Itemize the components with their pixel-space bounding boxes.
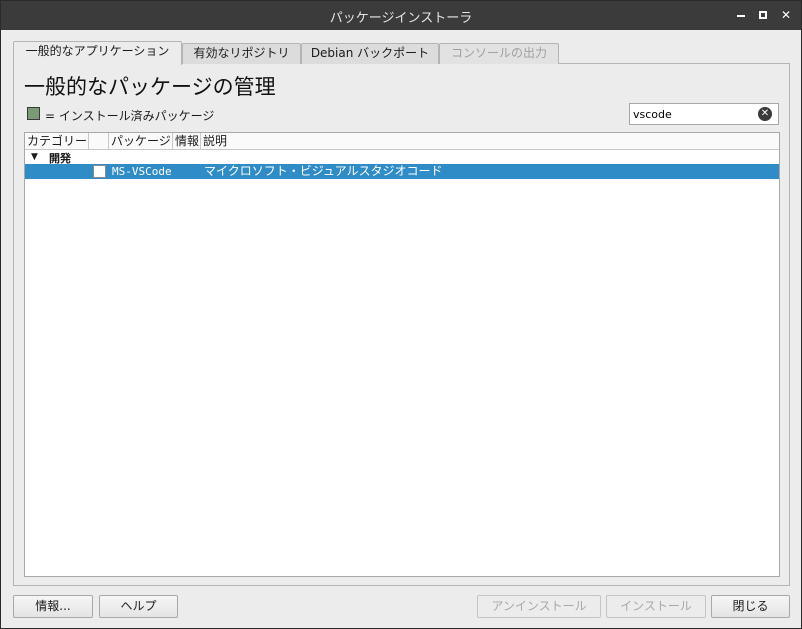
help-button[interactable]: ヘルプ (99, 595, 178, 618)
page-title: 一般的なパッケージの管理 (24, 75, 276, 99)
column-header-package[interactable]: パッケージ (109, 133, 173, 150)
clear-search-icon[interactable]: ✕ (758, 107, 772, 121)
package-tree[interactable]: カテゴリー パッケージ 情報 説明 ▼ 開発 MS-VSCode マイクロソフト… (24, 132, 780, 577)
expand-arrow-icon[interactable]: ▼ (31, 152, 38, 162)
close-button[interactable]: 閉じる (711, 595, 790, 618)
table-header: カテゴリー パッケージ 情報 説明 (25, 133, 779, 150)
tab-enabled-repositories[interactable]: 有効なリポジトリ (182, 43, 301, 64)
title-bar[interactable]: パッケージインストーラ ✕ (1, 1, 801, 30)
installed-color-swatch (27, 107, 40, 120)
package-description: マイクロソフト・ビジュアルスタジオコード (204, 164, 443, 178)
legend-label: = インストール済みパッケージ (45, 109, 215, 123)
category-row-development[interactable]: ▼ 開発 (25, 151, 779, 165)
column-header-info[interactable]: 情報 (173, 133, 201, 150)
tab-general-applications[interactable]: 一般的なアプリケーション (13, 41, 182, 65)
minimize-icon[interactable] (734, 8, 748, 22)
close-window-icon[interactable]: ✕ (779, 8, 793, 22)
uninstall-button: アンインストール (477, 595, 601, 618)
column-header-category[interactable]: カテゴリー (25, 133, 89, 150)
column-header-status[interactable] (89, 133, 109, 150)
search-input[interactable] (633, 106, 753, 122)
column-header-description[interactable]: 説明 (201, 133, 779, 150)
info-button[interactable]: 情報... (13, 595, 93, 618)
package-installer-window: パッケージインストーラ ✕ 一般的なアプリケーション 有効なリポジトリ Debi… (0, 0, 802, 629)
search-box[interactable]: ✕ (629, 103, 779, 125)
tab-debian-backports[interactable]: Debian バックポート (301, 43, 439, 64)
table-row[interactable]: MS-VSCode マイクロソフト・ビジュアルスタジオコード (25, 164, 779, 179)
maximize-icon[interactable] (756, 8, 770, 22)
install-checkbox[interactable] (93, 165, 106, 178)
tab-console-output: コンソールの出力 (439, 43, 559, 64)
install-button: インストール (606, 595, 706, 618)
window-title: パッケージインストーラ (329, 11, 473, 26)
package-name: MS-VSCode (112, 165, 172, 178)
